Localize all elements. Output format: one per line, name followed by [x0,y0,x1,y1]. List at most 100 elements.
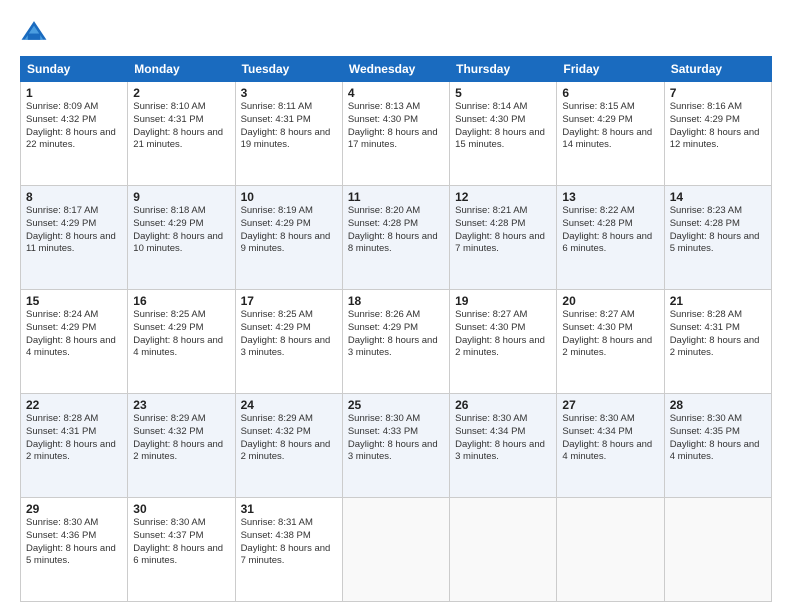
day-info: Sunrise: 8:13 AMSunset: 4:30 PMDaylight:… [348,101,444,152]
day-number: 9 [133,190,229,204]
header-wednesday: Wednesday [342,57,449,82]
logo [20,18,52,46]
day-info: Sunrise: 8:30 AMSunset: 4:34 PMDaylight:… [455,413,551,464]
day-number: 17 [241,294,337,308]
logo-icon [20,18,48,46]
cell-week5-day1: 29Sunrise: 8:30 AMSunset: 4:36 PMDayligh… [21,498,128,602]
cell-week3-day1: 15Sunrise: 8:24 AMSunset: 4:29 PMDayligh… [21,290,128,394]
day-info: Sunrise: 8:30 AMSunset: 4:34 PMDaylight:… [562,413,658,464]
cell-week1-day1: 1Sunrise: 8:09 AMSunset: 4:32 PMDaylight… [21,82,128,186]
day-info: Sunrise: 8:30 AMSunset: 4:33 PMDaylight:… [348,413,444,464]
cell-week1-day3: 3Sunrise: 8:11 AMSunset: 4:31 PMDaylight… [235,82,342,186]
cell-week3-day5: 19Sunrise: 8:27 AMSunset: 4:30 PMDayligh… [450,290,557,394]
header-monday: Monday [128,57,235,82]
day-info: Sunrise: 8:19 AMSunset: 4:29 PMDaylight:… [241,205,337,256]
cell-week3-day4: 18Sunrise: 8:26 AMSunset: 4:29 PMDayligh… [342,290,449,394]
header-sunday: Sunday [21,57,128,82]
day-number: 14 [670,190,766,204]
cell-week5-day4 [342,498,449,602]
day-number: 15 [26,294,122,308]
day-number: 7 [670,86,766,100]
week-row-2: 8Sunrise: 8:17 AMSunset: 4:29 PMDaylight… [21,186,772,290]
cell-week4-day6: 27Sunrise: 8:30 AMSunset: 4:34 PMDayligh… [557,394,664,498]
week-row-5: 29Sunrise: 8:30 AMSunset: 4:36 PMDayligh… [21,498,772,602]
day-number: 3 [241,86,337,100]
day-number: 5 [455,86,551,100]
cell-week2-day4: 11Sunrise: 8:20 AMSunset: 4:28 PMDayligh… [342,186,449,290]
day-info: Sunrise: 8:25 AMSunset: 4:29 PMDaylight:… [241,309,337,360]
day-number: 31 [241,502,337,516]
day-info: Sunrise: 8:27 AMSunset: 4:30 PMDaylight:… [562,309,658,360]
day-number: 23 [133,398,229,412]
day-info: Sunrise: 8:29 AMSunset: 4:32 PMDaylight:… [133,413,229,464]
day-info: Sunrise: 8:27 AMSunset: 4:30 PMDaylight:… [455,309,551,360]
header-row: SundayMondayTuesdayWednesdayThursdayFrid… [21,57,772,82]
day-info: Sunrise: 8:24 AMSunset: 4:29 PMDaylight:… [26,309,122,360]
cell-week2-day2: 9Sunrise: 8:18 AMSunset: 4:29 PMDaylight… [128,186,235,290]
cell-week4-day2: 23Sunrise: 8:29 AMSunset: 4:32 PMDayligh… [128,394,235,498]
cell-week3-day3: 17Sunrise: 8:25 AMSunset: 4:29 PMDayligh… [235,290,342,394]
cell-week3-day6: 20Sunrise: 8:27 AMSunset: 4:30 PMDayligh… [557,290,664,394]
day-number: 29 [26,502,122,516]
cell-week3-day7: 21Sunrise: 8:28 AMSunset: 4:31 PMDayligh… [664,290,771,394]
day-number: 22 [26,398,122,412]
day-info: Sunrise: 8:28 AMSunset: 4:31 PMDaylight:… [670,309,766,360]
day-number: 10 [241,190,337,204]
day-info: Sunrise: 8:22 AMSunset: 4:28 PMDaylight:… [562,205,658,256]
day-info: Sunrise: 8:28 AMSunset: 4:31 PMDaylight:… [26,413,122,464]
day-number: 4 [348,86,444,100]
day-number: 6 [562,86,658,100]
day-info: Sunrise: 8:18 AMSunset: 4:29 PMDaylight:… [133,205,229,256]
cell-week1-day6: 6Sunrise: 8:15 AMSunset: 4:29 PMDaylight… [557,82,664,186]
day-info: Sunrise: 8:10 AMSunset: 4:31 PMDaylight:… [133,101,229,152]
cell-week4-day4: 25Sunrise: 8:30 AMSunset: 4:33 PMDayligh… [342,394,449,498]
cell-week2-day6: 13Sunrise: 8:22 AMSunset: 4:28 PMDayligh… [557,186,664,290]
page: SundayMondayTuesdayWednesdayThursdayFrid… [0,0,792,612]
day-info: Sunrise: 8:26 AMSunset: 4:29 PMDaylight:… [348,309,444,360]
cell-week2-day3: 10Sunrise: 8:19 AMSunset: 4:29 PMDayligh… [235,186,342,290]
day-number: 8 [26,190,122,204]
day-number: 16 [133,294,229,308]
header-friday: Friday [557,57,664,82]
cell-week1-day2: 2Sunrise: 8:10 AMSunset: 4:31 PMDaylight… [128,82,235,186]
cell-week4-day1: 22Sunrise: 8:28 AMSunset: 4:31 PMDayligh… [21,394,128,498]
day-info: Sunrise: 8:31 AMSunset: 4:38 PMDaylight:… [241,517,337,568]
day-number: 26 [455,398,551,412]
day-info: Sunrise: 8:16 AMSunset: 4:29 PMDaylight:… [670,101,766,152]
day-number: 21 [670,294,766,308]
cell-week1-day7: 7Sunrise: 8:16 AMSunset: 4:29 PMDaylight… [664,82,771,186]
calendar-table: SundayMondayTuesdayWednesdayThursdayFrid… [20,56,772,602]
day-number: 25 [348,398,444,412]
cell-week4-day5: 26Sunrise: 8:30 AMSunset: 4:34 PMDayligh… [450,394,557,498]
day-number: 2 [133,86,229,100]
day-info: Sunrise: 8:14 AMSunset: 4:30 PMDaylight:… [455,101,551,152]
day-number: 11 [348,190,444,204]
cell-week1-day5: 5Sunrise: 8:14 AMSunset: 4:30 PMDaylight… [450,82,557,186]
day-info: Sunrise: 8:17 AMSunset: 4:29 PMDaylight:… [26,205,122,256]
cell-week3-day2: 16Sunrise: 8:25 AMSunset: 4:29 PMDayligh… [128,290,235,394]
day-number: 18 [348,294,444,308]
header-saturday: Saturday [664,57,771,82]
cell-week2-day7: 14Sunrise: 8:23 AMSunset: 4:28 PMDayligh… [664,186,771,290]
day-number: 1 [26,86,122,100]
day-info: Sunrise: 8:20 AMSunset: 4:28 PMDaylight:… [348,205,444,256]
cell-week5-day6 [557,498,664,602]
cell-week5-day5 [450,498,557,602]
day-info: Sunrise: 8:30 AMSunset: 4:37 PMDaylight:… [133,517,229,568]
cell-week5-day2: 30Sunrise: 8:30 AMSunset: 4:37 PMDayligh… [128,498,235,602]
week-row-4: 22Sunrise: 8:28 AMSunset: 4:31 PMDayligh… [21,394,772,498]
cell-week4-day7: 28Sunrise: 8:30 AMSunset: 4:35 PMDayligh… [664,394,771,498]
day-info: Sunrise: 8:30 AMSunset: 4:36 PMDaylight:… [26,517,122,568]
header-thursday: Thursday [450,57,557,82]
day-number: 19 [455,294,551,308]
day-number: 24 [241,398,337,412]
day-number: 20 [562,294,658,308]
day-info: Sunrise: 8:15 AMSunset: 4:29 PMDaylight:… [562,101,658,152]
day-number: 30 [133,502,229,516]
day-info: Sunrise: 8:09 AMSunset: 4:32 PMDaylight:… [26,101,122,152]
day-info: Sunrise: 8:29 AMSunset: 4:32 PMDaylight:… [241,413,337,464]
cell-week1-day4: 4Sunrise: 8:13 AMSunset: 4:30 PMDaylight… [342,82,449,186]
day-info: Sunrise: 8:21 AMSunset: 4:28 PMDaylight:… [455,205,551,256]
cell-week2-day5: 12Sunrise: 8:21 AMSunset: 4:28 PMDayligh… [450,186,557,290]
cell-week5-day3: 31Sunrise: 8:31 AMSunset: 4:38 PMDayligh… [235,498,342,602]
